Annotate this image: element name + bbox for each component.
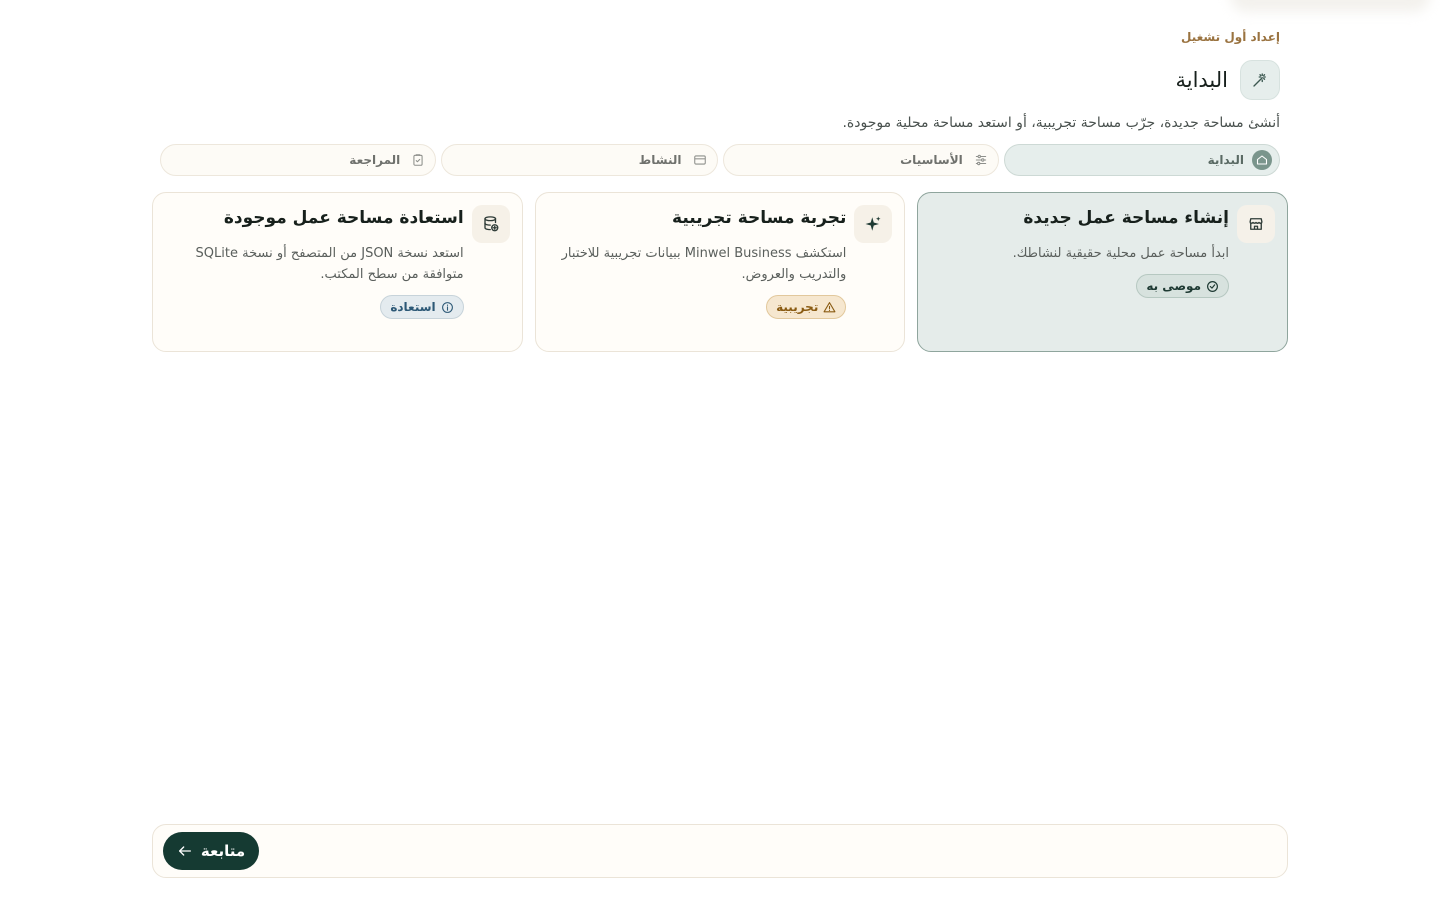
card-title: استعادة مساحة عمل موجودة	[223, 208, 464, 228]
option-card-new-workspace[interactable]: إنشاء مساحة عمل جديدة ابدأ مساحة عمل محل…	[917, 192, 1288, 352]
step-review[interactable]: المراجعة	[160, 144, 437, 176]
title-row: البداية	[1175, 60, 1280, 100]
stepper: البداية الأساسيات النشاط المراجعة	[160, 144, 1280, 176]
continue-button[interactable]: متابعة	[163, 832, 259, 870]
page-subtitle: أنشئ مساحة جديدة، جرّب مساحة تجريبية، أو…	[842, 115, 1280, 131]
step-start[interactable]: البداية	[1003, 144, 1280, 176]
workspace-options: إنشاء مساحة عمل جديدة ابدأ مساحة عمل محل…	[151, 192, 1288, 352]
sparkles-icon	[854, 205, 893, 243]
badge-recommended: موصى به	[1136, 274, 1229, 298]
card-title: إنشاء مساحة عمل جديدة	[1023, 208, 1229, 228]
magic-wand-icon	[1240, 60, 1280, 100]
onboarding-page: إعداد أول تشغيل البداية أنشئ مساحة جديدة…	[151, 0, 1288, 900]
check-circle-icon	[1207, 280, 1218, 292]
badge-label: موصى به	[1146, 279, 1201, 293]
clipboard-check-icon	[408, 150, 428, 170]
step-basics[interactable]: الأساسيات	[722, 144, 999, 176]
badge-label: تجريبية	[776, 300, 819, 314]
page-title: البداية	[1175, 68, 1228, 92]
badge-label: استعادة	[390, 300, 436, 314]
footer-bar: متابعة	[152, 824, 1288, 878]
continue-label: متابعة	[200, 842, 246, 860]
step-label: المراجعة	[349, 153, 401, 167]
database-restore-icon	[471, 205, 510, 243]
badge-restore: استعادة	[380, 295, 464, 319]
option-card-restore-workspace[interactable]: استعادة مساحة عمل موجودة استعد نسخة JSON…	[151, 192, 523, 352]
sliders-icon	[971, 150, 991, 170]
card-description: ابدأ مساحة عمل محلية حقيقية لنشاطك.	[1012, 246, 1229, 261]
arrow-left-icon	[178, 846, 191, 856]
card-description: استكشف Minwel Business ببيانات تجريبية ل…	[561, 246, 847, 282]
step-label: البداية	[1207, 153, 1244, 167]
badge-demo: تجريبية	[766, 295, 847, 319]
step-activity[interactable]: النشاط	[441, 144, 718, 176]
eyebrow-label: إعداد أول تشغيل	[1181, 30, 1280, 44]
step-label: الأساسيات	[900, 153, 963, 167]
option-card-demo-workspace[interactable]: تجربة مساحة تجريبية استكشف Minwel Busine…	[534, 192, 906, 352]
step-label: النشاط	[638, 153, 682, 167]
card-title: تجربة مساحة تجريبية	[672, 208, 847, 228]
card-description: استعد نسخة JSON من المتصفح أو نسخة SQLit…	[195, 246, 464, 282]
store-icon	[1237, 205, 1275, 243]
warning-icon	[823, 301, 836, 312]
info-icon	[441, 301, 453, 313]
home-icon	[1252, 150, 1272, 170]
inbox-icon	[690, 150, 710, 170]
